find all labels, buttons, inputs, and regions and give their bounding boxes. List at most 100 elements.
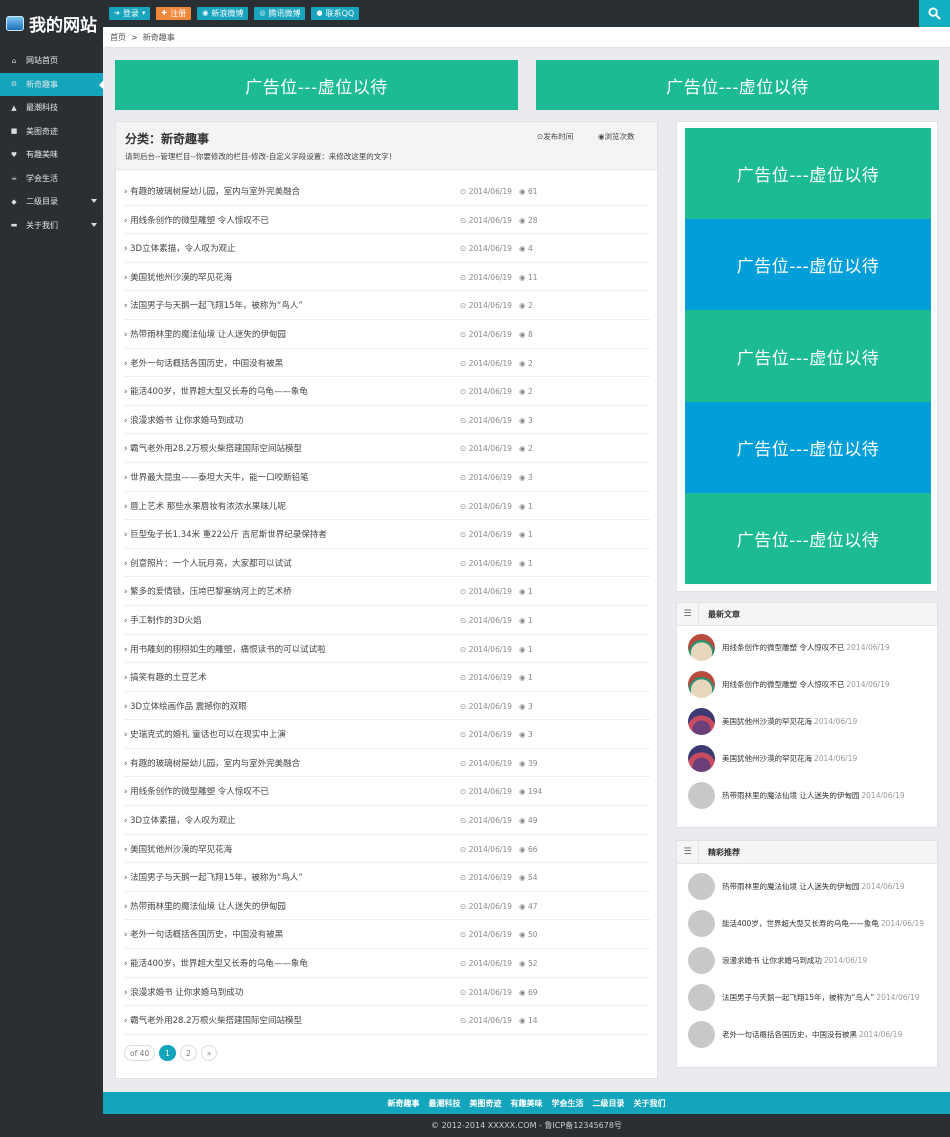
article-title[interactable]: › 霸气老外用28.2万根火柴搭建国际空间站模型 bbox=[124, 1014, 302, 1026]
article-row[interactable]: › 能活400岁，世界超大型又长寿的乌龟——象龟 ⊙ 2014/06/19 ◉ 52 bbox=[124, 949, 650, 978]
search-button[interactable] bbox=[919, 0, 950, 27]
latest-article-title[interactable]: 美国犹他州沙漠的罕见花海 bbox=[722, 717, 812, 726]
article-thumbnail[interactable] bbox=[688, 1021, 715, 1048]
latest-article-item[interactable]: 用线条创作的微型雕塑 令人惊叹不已 2014/06/19 bbox=[677, 629, 937, 666]
contact-qq-button[interactable]: ● 联系QQ bbox=[311, 7, 360, 20]
featured-item-title[interactable]: 浪漫求婚书 让你求婚马到成功 bbox=[722, 956, 822, 965]
article-title[interactable]: › 老外一句话概括各国历史，中国没有被黑 bbox=[124, 357, 283, 369]
featured-item-title[interactable]: 能活400岁，世界超大型又长寿的乌龟——象龟 bbox=[722, 919, 879, 928]
article-row[interactable]: › 用线条创作的微型雕塑 令人惊叹不已 ⊙ 2014/06/19 ◉ 194 bbox=[124, 777, 650, 807]
footer-nav-link[interactable]: 关于我们 bbox=[634, 1098, 666, 1109]
sidebar-item-novelty[interactable]: ⚙ 新奇趣事 bbox=[0, 72, 104, 96]
latest-article-title[interactable]: 美国犹他州沙漠的罕见花海 bbox=[722, 754, 812, 763]
article-title[interactable]: › 搞笑有趣的土豆艺术 bbox=[124, 671, 207, 683]
latest-article-item[interactable]: 用线条创作的微型雕塑 令人惊叹不已 2014/06/19 bbox=[677, 666, 937, 703]
featured-item-title[interactable]: 法国男子与天鹅一起飞翔15年，被称为“鸟人” bbox=[722, 993, 874, 1002]
sidebar-item-tech[interactable]: ▲ 最潮科技 bbox=[0, 96, 103, 120]
article-row[interactable]: › 唇上艺术 那些水果唇妆有浓浓水果味儿呢 ⊙ 2014/06/19 ◉ 1 bbox=[124, 492, 650, 521]
ad-slot-4[interactable]: 广告位---虚位以待 bbox=[685, 402, 931, 493]
article-title[interactable]: › 有趣的玻璃树屋幼儿园，室内与室外完美融合 bbox=[124, 757, 300, 769]
ad-banner-top-left[interactable]: 广告位---虚位以待 bbox=[115, 60, 518, 110]
article-row[interactable]: › 美国犹他州沙漠的罕见花海 ⊙ 2014/06/19 ◉ 11 bbox=[124, 263, 650, 292]
article-row[interactable]: › 能活400岁，世界超大型又长寿的乌龟——象龟 ⊙ 2014/06/19 ◉ 2 bbox=[124, 377, 650, 406]
featured-item[interactable]: 法国男子与天鹅一起飞翔15年，被称为“鸟人” 2014/06/19 bbox=[677, 979, 937, 1016]
article-row[interactable]: › 热带雨林里的魔法仙境 让人迷失的伊甸园 ⊙ 2014/06/19 ◉ 47 bbox=[124, 892, 650, 921]
footer-nav-link[interactable]: 二级目录 bbox=[593, 1098, 625, 1109]
article-title[interactable]: › 浪漫求婚书 让你求婚马到成功 bbox=[124, 414, 243, 426]
article-thumbnail[interactable] bbox=[688, 745, 715, 772]
article-row[interactable]: › 老外一句话概括各国历史，中国没有被黑 ⊙ 2014/06/19 ◉ 2 bbox=[124, 349, 650, 378]
sort-by-time[interactable]: ⊙发布时间 bbox=[537, 131, 573, 142]
footer-nav-link[interactable]: 新奇趣事 bbox=[388, 1098, 420, 1109]
breadcrumb-current[interactable]: 新奇趣事 bbox=[143, 32, 175, 43]
article-title[interactable]: › 浪漫求婚书 让你求婚马到成功 bbox=[124, 986, 243, 998]
weibo-button[interactable]: ◉ 新浪微博 bbox=[197, 7, 249, 20]
latest-article-item[interactable]: 热带雨林里的魔法仙境 让人迷失的伊甸园 2014/06/19 bbox=[677, 777, 937, 814]
latest-article-title[interactable]: 热带雨林里的魔法仙境 让人迷失的伊甸园 bbox=[722, 791, 859, 800]
latest-article-title[interactable]: 用线条创作的微型雕塑 令人惊叹不已 bbox=[722, 643, 844, 652]
footer-nav-link[interactable]: 有趣美味 bbox=[511, 1098, 543, 1109]
article-row[interactable]: › 搞笑有趣的土豆艺术 ⊙ 2014/06/19 ◉ 1 bbox=[124, 663, 650, 692]
article-row[interactable]: › 老外一句话概括各国历史，中国没有被黑 ⊙ 2014/06/19 ◉ 50 bbox=[124, 920, 650, 950]
article-title[interactable]: › 史瑞克式的婚礼 童话也可以在现实中上演 bbox=[124, 728, 286, 740]
page-1-button[interactable]: 1 bbox=[159, 1045, 176, 1061]
article-row[interactable]: › 巨型兔子长1.34米 重22公斤 吉尼斯世界纪录保持者 ⊙ 2014/06/1… bbox=[124, 520, 650, 549]
article-row[interactable]: › 手工制作的3D火焰 ⊙ 2014/06/19 ◉ 1 bbox=[124, 606, 650, 635]
ad-slot-1[interactable]: 广告位---虚位以待 bbox=[685, 128, 931, 219]
article-row[interactable]: › 3D立体绘画作品 震撼你的双眼 ⊙ 2014/06/19 ◉ 3 bbox=[124, 692, 650, 721]
article-title[interactable]: › 热带雨林里的魔法仙境 让人迷失的伊甸园 bbox=[124, 900, 286, 912]
login-button[interactable]: ➜ 登录 ▾ bbox=[109, 7, 151, 20]
article-title[interactable]: › 手工制作的3D火焰 bbox=[124, 614, 202, 626]
next-page-button[interactable]: » bbox=[200, 1045, 218, 1061]
article-row[interactable]: › 美国犹他州沙漠的罕见花海 ⊙ 2014/06/19 ◉ 66 bbox=[124, 835, 650, 864]
ad-slot-3[interactable]: 广告位---虚位以待 bbox=[685, 310, 931, 402]
article-row[interactable]: › 用线条创作的微型雕塑 令人惊叹不已 ⊙ 2014/06/19 ◉ 28 bbox=[124, 206, 650, 235]
article-row[interactable]: › 法国男子与天鹅一起飞翔15年，被称为“鸟人” ⊙ 2014/06/19 ◉ 2 bbox=[124, 291, 650, 320]
article-row[interactable]: › 史瑞克式的婚礼 童话也可以在现实中上演 ⊙ 2014/06/19 ◉ 3 bbox=[124, 720, 650, 749]
tencent-weibo-button[interactable]: ◎ 腾讯微博 bbox=[254, 7, 306, 20]
article-row[interactable]: › 浪漫求婚书 让你求婚马到成功 ⊙ 2014/06/19 ◉ 69 bbox=[124, 978, 650, 1007]
article-title[interactable]: › 法国男子与天鹅一起飞翔15年，被称为“鸟人” bbox=[124, 299, 303, 311]
featured-item-title[interactable]: 热带雨林里的魔法仙境 让人迷失的伊甸园 bbox=[722, 882, 859, 891]
featured-item[interactable]: 能活400岁，世界超大型又长寿的乌龟——象龟 2014/06/19 bbox=[677, 905, 937, 942]
featured-item[interactable]: 浪漫求婚书 让你求婚马到成功 2014/06/19 bbox=[677, 942, 937, 979]
featured-item[interactable]: 热带雨林里的魔法仙境 让人迷失的伊甸园 2014/06/19 bbox=[677, 868, 937, 905]
footer-nav-link[interactable]: 美图奇迹 bbox=[470, 1098, 502, 1109]
article-row[interactable]: › 创意照片：一个人玩月亮，大家都可以试试 ⊙ 2014/06/19 ◉ 1 bbox=[124, 549, 650, 578]
register-button[interactable]: ✚ 注册 bbox=[156, 7, 192, 20]
article-title[interactable]: › 能活400岁，世界超大型又长寿的乌龟——象龟 bbox=[124, 385, 308, 397]
article-row[interactable]: › 有趣的玻璃树屋幼儿园，室内与室外完美融合 ⊙ 2014/06/19 ◉ 39 bbox=[124, 749, 650, 778]
article-title[interactable]: › 唇上艺术 那些水果唇妆有浓浓水果味儿呢 bbox=[124, 500, 286, 512]
sidebar-item-photos[interactable]: ■ 美图奇迹 bbox=[0, 120, 103, 144]
sidebar-item-food[interactable]: ♥ 有趣美味 bbox=[0, 143, 103, 167]
article-title[interactable]: › 法国男子与天鹅一起飞翔15年，被称为“鸟人” bbox=[124, 871, 303, 883]
article-title[interactable]: › 巨型兔子长1.34米 重22公斤 吉尼斯世界纪录保持者 bbox=[124, 528, 327, 540]
article-title[interactable]: › 美国犹他州沙漠的罕见花海 bbox=[124, 843, 232, 855]
sidebar-item-submenu[interactable]: ◆ 二级目录 bbox=[0, 190, 103, 214]
article-thumbnail[interactable] bbox=[688, 708, 715, 735]
article-thumbnail[interactable] bbox=[688, 671, 715, 698]
article-title[interactable]: › 热带雨林里的魔法仙境 让人迷失的伊甸园 bbox=[124, 328, 286, 340]
article-title[interactable]: › 世界最大昆虫——泰坦大天牛，能一口咬断铅笔 bbox=[124, 471, 309, 483]
article-title[interactable]: › 霸气老外用28.2万根火柴搭建国际空间站模型 bbox=[124, 442, 302, 454]
article-title[interactable]: › 3D立体绘画作品 震撼你的双眼 bbox=[124, 700, 247, 712]
article-row[interactable]: › 热带雨林里的魔法仙境 让人迷失的伊甸园 ⊙ 2014/06/19 ◉ 8 bbox=[124, 320, 650, 349]
article-title[interactable]: › 3D立体素描，令人叹为观止 bbox=[124, 814, 236, 826]
article-title[interactable]: › 用线条创作的微型雕塑 令人惊叹不已 bbox=[124, 214, 269, 226]
article-thumbnail[interactable] bbox=[688, 634, 715, 661]
article-row[interactable]: › 用书雕刻的栩栩如生的雕塑，痛恨读书的可以试试啦 ⊙ 2014/06/19 ◉ 1 bbox=[124, 635, 650, 664]
article-title[interactable]: › 能活400岁，世界超大型又长寿的乌龟——象龟 bbox=[124, 957, 308, 969]
ad-slot-2[interactable]: 广告位---虚位以待 bbox=[685, 219, 931, 310]
latest-article-title[interactable]: 用线条创作的微型雕塑 令人惊叹不已 bbox=[722, 680, 844, 689]
article-title[interactable]: › 用线条创作的微型雕塑 令人惊叹不已 bbox=[124, 785, 269, 797]
article-row[interactable]: › 繁多的爱情锁，压垮巴黎塞纳河上的艺术桥 ⊙ 2014/06/19 ◉ 1 bbox=[124, 577, 650, 606]
footer-nav-link[interactable]: 最潮科技 bbox=[429, 1098, 461, 1109]
site-logo[interactable]: 我的网站 bbox=[0, 0, 103, 47]
article-thumbnail[interactable] bbox=[688, 873, 715, 900]
article-row[interactable]: › 3D立体素描，令人叹为观止 ⊙ 2014/06/19 ◉ 4 bbox=[124, 234, 650, 263]
sort-by-views[interactable]: ◉浏览次数 bbox=[598, 131, 635, 142]
article-title[interactable]: › 繁多的爱情锁，压垮巴黎塞纳河上的艺术桥 bbox=[124, 585, 292, 597]
latest-article-item[interactable]: 美国犹他州沙漠的罕见花海 2014/06/19 bbox=[677, 740, 937, 777]
featured-item-title[interactable]: 老外一句话概括各国历史，中国没有被黑 bbox=[722, 1030, 857, 1039]
article-row[interactable]: › 3D立体素描，令人叹为观止 ⊙ 2014/06/19 ◉ 49 bbox=[124, 806, 650, 835]
